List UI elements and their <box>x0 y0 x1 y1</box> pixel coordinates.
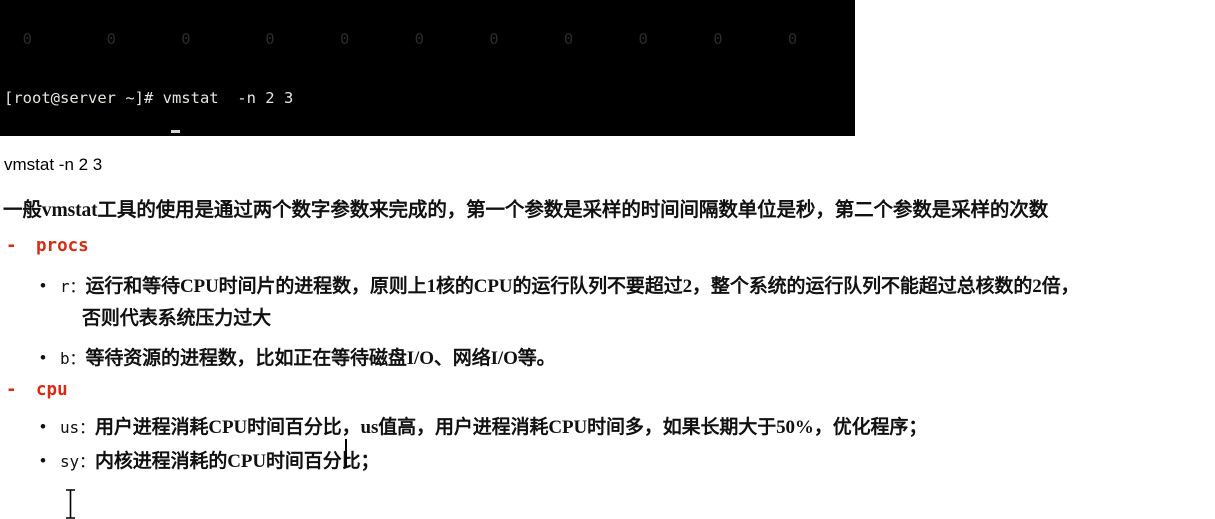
list-item-key: sy： <box>60 452 95 471</box>
section-heading-cpu: - cpu <box>6 380 68 400</box>
list-item-key: b： <box>60 349 86 368</box>
terminal-cursor <box>171 130 180 133</box>
section-dash-icon: - <box>6 380 17 400</box>
section-label: procs <box>36 236 89 256</box>
page-heading: vmstat -n 2 3 <box>4 155 103 174</box>
intro-paragraph: 一般vmstat工具的使用是通过两个数字参数来完成的，第一个参数是采样的时间间隔… <box>3 200 1049 221</box>
list-item: • us：用户进程消耗CPU时间百分比，us值高，用户进程消耗CPU时间多，如果长… <box>40 412 927 439</box>
ibeam-mouse-cursor-icon <box>64 489 77 519</box>
list-item-continuation: 否则代表系统压力过大 <box>82 308 272 329</box>
list-item-key: r： <box>60 277 86 296</box>
bullet-dot-icon: • <box>40 348 46 367</box>
list-item: • b：等待资源的进程数，比如正在等待磁盘I/O、网络I/O等。 <box>40 343 556 370</box>
list-item-text: 等待资源的进程数，比如正在等待磁盘I/O、网络I/O等。 <box>85 348 556 369</box>
terminal-prompt-line: [root@server ~]# vmstat -n 2 3 <box>4 88 294 107</box>
section-dash-icon: - <box>6 236 17 256</box>
terminal-text-container: 0 0 0 0 0 0 0 0 0 0 0 [root@server ~]# v… <box>4 0 797 136</box>
list-item-key: us： <box>60 418 95 437</box>
list-item: • sy：内核进程消耗的CPU时间百分比； <box>40 446 380 473</box>
bullet-dot-icon: • <box>40 417 46 436</box>
terminal-output-pane[interactable]: 0 0 0 0 0 0 0 0 0 0 0 [root@server ~]# v… <box>0 0 855 136</box>
section-label: cpu <box>36 380 68 400</box>
list-item-text: 用户进程消耗CPU时间百分比，us值高，用户进程消耗CPU时间多，如果长期大于5… <box>94 417 928 438</box>
list-item: • r：运行和等待CPU时间片的进程数，原则上1核的CPU的运行队列不要超过2，整… <box>40 271 1080 298</box>
text-insertion-caret <box>345 439 347 467</box>
list-item-text: 运行和等待CPU时间片的进程数，原则上1核的CPU的运行队列不要超过2，整个系统… <box>85 276 1080 297</box>
list-item-text: 内核进程消耗的CPU时间百分比； <box>94 451 380 472</box>
bullet-dot-icon: • <box>40 276 46 295</box>
section-heading-procs: - procs <box>6 236 89 256</box>
bullet-dot-icon: • <box>40 451 46 470</box>
terminal-clipped-line: 0 0 0 0 0 0 0 0 0 0 0 <box>4 30 798 48</box>
